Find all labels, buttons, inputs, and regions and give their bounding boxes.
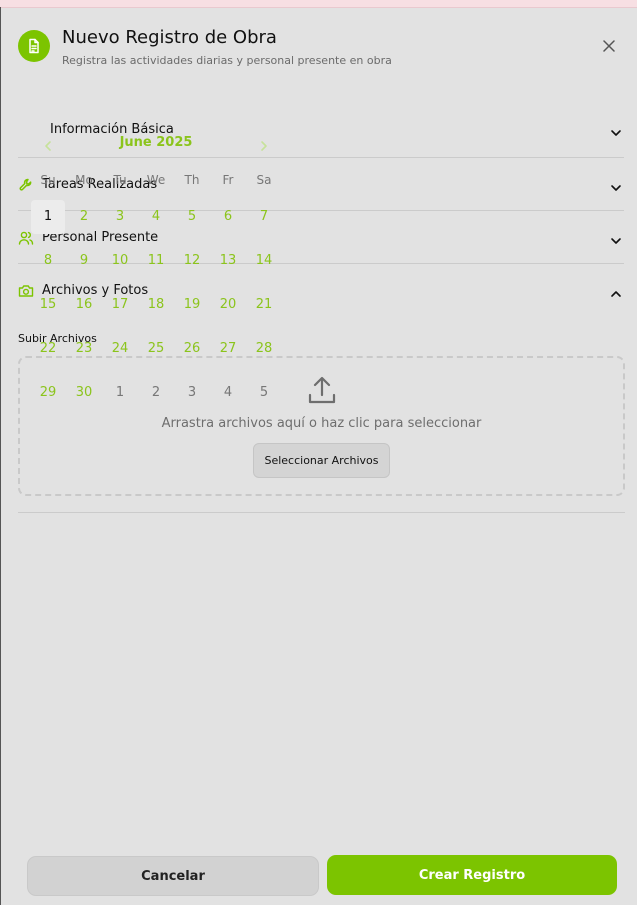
calendar-day[interactable]: 5 bbox=[247, 382, 281, 404]
chevron-up-icon bbox=[610, 285, 622, 297]
calendar-day[interactable]: 15 bbox=[31, 294, 65, 316]
calendar-day[interactable]: 24 bbox=[103, 338, 137, 360]
calendar-day[interactable]: 30 bbox=[67, 382, 101, 404]
calendar-day[interactable]: 10 bbox=[103, 250, 137, 272]
calendar-day[interactable]: 3 bbox=[175, 382, 209, 404]
left-border bbox=[0, 7, 1, 905]
chevron-right-icon[interactable] bbox=[258, 137, 270, 151]
calendar-day[interactable]: 5 bbox=[175, 206, 209, 228]
cancel-button[interactable]: Cancelar bbox=[27, 856, 319, 896]
document-icon bbox=[18, 30, 50, 62]
weekday-label: Tu bbox=[113, 173, 127, 187]
weekday-label: Sa bbox=[256, 173, 272, 187]
calendar-day[interactable]: 29 bbox=[31, 382, 65, 404]
calendar-day[interactable]: 22 bbox=[31, 338, 65, 360]
chevron-down-icon bbox=[610, 179, 622, 191]
calendar-day[interactable]: 2 bbox=[139, 382, 173, 404]
calendar-day[interactable]: 19 bbox=[175, 294, 209, 316]
calendar-day[interactable]: 28 bbox=[247, 338, 281, 360]
calendar-day[interactable]: 13 bbox=[211, 250, 245, 272]
dialog-title: Nuevo Registro de Obra bbox=[62, 27, 277, 48]
weekday-label: Mo bbox=[75, 173, 93, 187]
calendar-day[interactable]: 11 bbox=[139, 250, 173, 272]
weekday-label: Su bbox=[40, 173, 56, 187]
calendar-day[interactable]: 6 bbox=[211, 206, 245, 228]
calendar-day[interactable]: 25 bbox=[139, 338, 173, 360]
calendar-day[interactable]: 8 bbox=[31, 250, 65, 272]
calendar-day[interactable]: 1 bbox=[31, 200, 65, 234]
calendar-day[interactable]: 23 bbox=[67, 338, 101, 360]
top-strip bbox=[0, 0, 637, 8]
calendar-day[interactable]: 9 bbox=[67, 250, 101, 272]
dialog-subtitle: Registra las actividades diarias y perso… bbox=[62, 54, 392, 67]
calendar-day[interactable]: 4 bbox=[139, 206, 173, 228]
calendar-day[interactable]: 17 bbox=[103, 294, 137, 316]
dropzone-text: Arrastra archivos aquí o haz clic para s… bbox=[161, 416, 482, 431]
calendar-day[interactable]: 16 bbox=[67, 294, 101, 316]
chevron-down-icon bbox=[610, 124, 622, 136]
calendar-month-label: June 2025 bbox=[119, 135, 193, 150]
weekday-label: Fr bbox=[222, 173, 234, 187]
calendar-day[interactable]: 4 bbox=[211, 382, 245, 404]
calendar-day[interactable]: 3 bbox=[103, 206, 137, 228]
calendar-day[interactable]: 21 bbox=[247, 294, 281, 316]
calendar-day[interactable]: 2 bbox=[67, 206, 101, 228]
calendar-day[interactable]: 7 bbox=[247, 206, 281, 228]
section-informacion-basica[interactable]: Información Básica bbox=[18, 122, 624, 158]
select-files-button[interactable]: Seleccionar Archivos bbox=[253, 443, 390, 478]
calendar-day[interactable]: 12 bbox=[175, 250, 209, 272]
calendar-day[interactable]: 20 bbox=[211, 294, 245, 316]
close-icon[interactable] bbox=[600, 37, 618, 55]
weekday-label: Th bbox=[184, 173, 200, 187]
chevron-down-icon bbox=[610, 232, 622, 244]
calendar-day[interactable]: 27 bbox=[211, 338, 245, 360]
upload-icon bbox=[306, 375, 338, 407]
create-record-button[interactable]: Crear Registro bbox=[327, 855, 617, 895]
calendar-day[interactable]: 1 bbox=[103, 382, 137, 404]
calendar-day[interactable]: 14 bbox=[247, 250, 281, 272]
calendar-day[interactable]: 26 bbox=[175, 338, 209, 360]
chevron-left-icon[interactable] bbox=[42, 137, 54, 151]
calendar-day[interactable]: 18 bbox=[139, 294, 173, 316]
section-divider bbox=[18, 512, 625, 513]
weekday-label: We bbox=[146, 173, 166, 187]
